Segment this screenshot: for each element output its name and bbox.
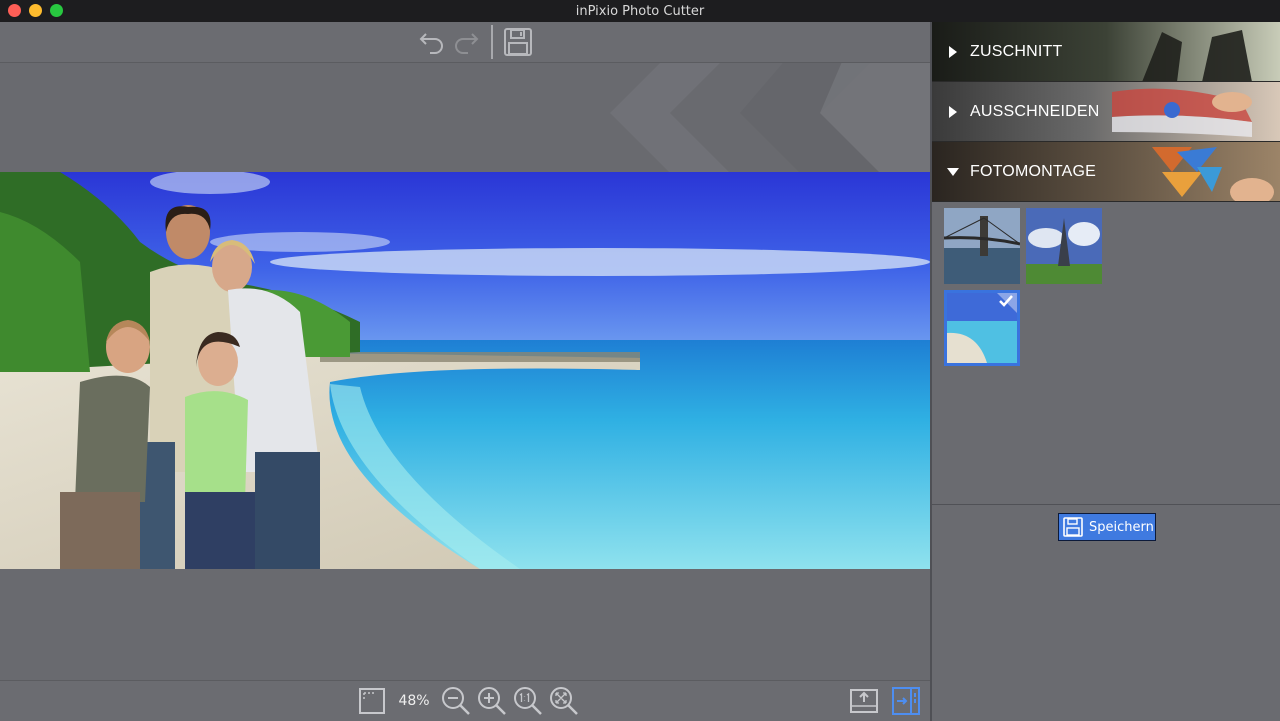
section-zuschnitt[interactable]: ZUSCHNITT — [932, 22, 1280, 82]
fit-to-screen-button[interactable] — [356, 685, 388, 717]
editor-area: 48% — [0, 22, 930, 721]
background-thumbnails — [932, 202, 1280, 505]
section-label: AUSSCHNEIDEN — [970, 102, 1100, 120]
bridge-thumbnail-image — [944, 208, 1020, 284]
redo-button[interactable] — [449, 25, 483, 59]
fit-to-screen-icon — [359, 688, 385, 714]
zoom-out-button[interactable] — [440, 685, 472, 717]
section-label: FOTOMONTAGE — [970, 162, 1097, 180]
export-button[interactable] — [848, 685, 880, 717]
zoom-out-icon — [442, 687, 470, 715]
toolbar-divider — [491, 25, 493, 59]
save-toolbar-button[interactable] — [501, 25, 535, 59]
floppy-disk-icon — [504, 28, 532, 56]
zoom-level-readout: 48% — [398, 693, 430, 709]
floppy-disk-icon — [1063, 517, 1083, 537]
save-area: Speichern — [932, 505, 1280, 545]
close-window-button[interactable] — [8, 4, 21, 17]
minimize-window-button[interactable] — [29, 4, 42, 17]
eiffel-thumbnail-image — [1026, 208, 1102, 284]
title-bar: inPixio Photo Cutter — [0, 0, 1280, 22]
save-button[interactable]: Speichern — [1058, 513, 1156, 541]
redo-arrow-icon — [455, 33, 479, 54]
toggle-panel-button[interactable] — [890, 685, 922, 717]
background-thumb-eiffel[interactable] — [1026, 208, 1102, 284]
logo-watermark-icon — [610, 63, 930, 173]
zoom-controls: 48% — [356, 685, 580, 717]
undo-button[interactable] — [415, 25, 449, 59]
side-panel-toggle-icon — [892, 687, 920, 715]
tools-panel: ZUSCHNITT AUSSCHNEIDEN FOTOMONTAGE Speic… — [930, 22, 1280, 721]
photomontage-image[interactable] — [0, 172, 930, 569]
collapsed-arrow-icon — [949, 45, 957, 58]
expanded-arrow-icon — [947, 167, 959, 176]
zoom-actual-size-icon — [514, 687, 542, 715]
window-controls — [8, 4, 63, 17]
section-ausschneiden[interactable]: AUSSCHNEIDEN — [932, 82, 1280, 142]
view-tools — [848, 685, 922, 717]
beach-family-photo — [0, 172, 930, 569]
background-thumb-beach[interactable] — [944, 290, 1020, 366]
section-fotomontage[interactable]: FOTOMONTAGE — [932, 142, 1280, 202]
app-window: inPixio Photo Cutter 48% ZUSCHNITT AUSSC… — [0, 0, 1280, 721]
zoom-actual-size-button[interactable] — [512, 685, 544, 717]
undo-arrow-icon — [419, 33, 443, 54]
zoom-fit-icon — [550, 687, 578, 715]
zoom-in-icon — [478, 687, 506, 715]
section-label: ZUSCHNITT — [970, 42, 1063, 60]
upload-export-icon — [850, 689, 878, 713]
maximize-window-button[interactable] — [50, 4, 63, 17]
window-title: inPixio Photo Cutter — [575, 3, 705, 19]
bottom-toolbar: 48% — [0, 680, 930, 721]
image-canvas[interactable] — [0, 62, 930, 680]
background-thumb-bridge[interactable] — [944, 208, 1020, 284]
collapsed-arrow-icon — [949, 105, 957, 118]
zoom-in-button[interactable] — [476, 685, 508, 717]
save-button-label: Speichern — [1089, 519, 1154, 535]
zoom-fit-button[interactable] — [548, 685, 580, 717]
checkmark-icon — [999, 295, 1013, 307]
top-toolbar — [0, 22, 930, 62]
